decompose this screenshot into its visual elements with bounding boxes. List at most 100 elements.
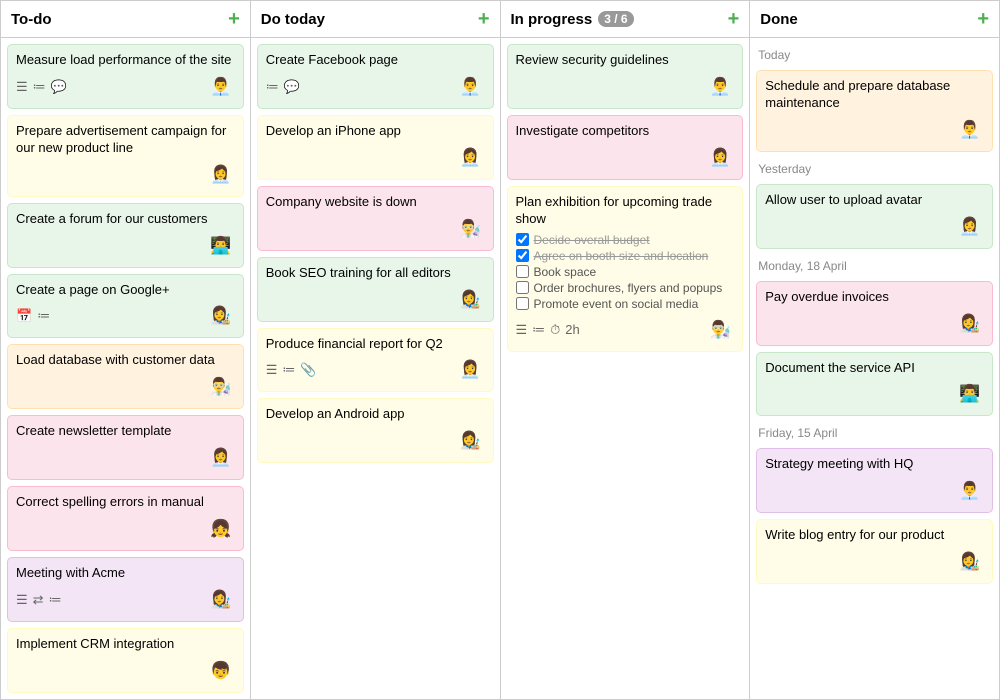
card[interactable]: Create a page on Google+📅≔👩‍🎨	[7, 274, 244, 339]
card-footer: 👩‍🎨	[266, 427, 485, 455]
card[interactable]: Measure load performance of the site☰≔💬👨…	[7, 44, 244, 109]
card-icon: 💬	[51, 79, 67, 95]
card-icon: 💬	[284, 79, 300, 95]
avatar: 👨‍💼	[457, 73, 485, 101]
card-title: Allow user to upload avatar	[765, 192, 984, 209]
checklist-checkbox[interactable]	[516, 297, 529, 310]
done-date-label: Yesterday	[756, 158, 993, 178]
avatar: 👨‍🔬	[706, 316, 734, 344]
card-title: Create Facebook page	[266, 52, 485, 69]
avatar: 👨‍💼	[706, 73, 734, 101]
card[interactable]: Book SEO training for all editors👩‍🎨	[257, 257, 494, 322]
card[interactable]: Investigate competitors 👩‍💼	[507, 115, 744, 180]
checklist-item[interactable]: Agree on booth size and location	[516, 248, 735, 264]
card-icon: ≔	[33, 79, 46, 95]
card-icon: 📎	[300, 362, 316, 378]
card-icon: 2h	[565, 322, 579, 337]
card[interactable]: Company website is down👨‍🔬	[257, 186, 494, 251]
card[interactable]: Document the service API👨‍💻	[756, 352, 993, 417]
avatar: 👩‍🎨	[457, 286, 485, 314]
avatar: 👨‍💼	[207, 73, 235, 101]
card-title: Create a forum for our customers	[16, 211, 235, 228]
card[interactable]: Prepare advertisement campaign for our n…	[7, 115, 244, 197]
checklist-checkbox[interactable]	[516, 249, 529, 262]
card-footer: ☰⇄≔👩‍🎨	[16, 586, 235, 614]
checklist-text: Book space	[534, 265, 597, 279]
checklist-item[interactable]: Book space	[516, 264, 735, 280]
progress-badge: 3 / 6	[598, 11, 633, 27]
card-title: Develop an iPhone app	[266, 123, 485, 140]
card[interactable]: Strategy meeting with HQ👨‍💼	[756, 448, 993, 513]
column-header: To-do+	[1, 1, 250, 38]
avatar: 👩‍💼	[457, 144, 485, 172]
card[interactable]: Schedule and prepare database maintenanc…	[756, 70, 993, 152]
card[interactable]: Plan exhibition for upcoming trade show D…	[507, 186, 744, 352]
card-title: Write blog entry for our product	[765, 527, 984, 544]
avatar: 👩‍🎨	[207, 586, 235, 614]
checklist-text: Agree on booth size and location	[534, 249, 709, 263]
card-icon: ☰	[16, 592, 28, 608]
column-body: TodaySchedule and prepare database maint…	[750, 38, 999, 699]
card[interactable]: Develop an iPhone app 👩‍💼	[257, 115, 494, 180]
card[interactable]: Load database with customer data👨‍🔬	[7, 344, 244, 409]
kanban-board: To-do+Measure load performance of the si…	[0, 0, 1000, 700]
card[interactable]: Correct spelling errors in manual👧	[7, 486, 244, 551]
avatar: 👨‍🔬	[207, 373, 235, 401]
checklist-checkbox[interactable]	[516, 233, 529, 246]
checklist-item[interactable]: Promote event on social media	[516, 296, 735, 312]
card-icon: ☰	[266, 362, 278, 378]
checklist-checkbox[interactable]	[516, 265, 529, 278]
card[interactable]: Create newsletter template👩‍💼	[7, 415, 244, 480]
checklist-text: Promote event on social media	[534, 297, 699, 311]
add-card-button[interactable]: +	[728, 9, 740, 29]
card-footer: 👩‍🎨	[765, 548, 984, 576]
card-title: Develop an Android app	[266, 406, 485, 423]
checklist-text: Order brochures, flyers and popups	[534, 281, 723, 295]
card[interactable]: Meeting with Acme☰⇄≔👩‍🎨	[7, 557, 244, 622]
column-body: Create Facebook page≔💬👨‍💼Develop an iPho…	[251, 38, 500, 699]
avatar: 👨‍💼	[956, 116, 984, 144]
card-title: Review security guidelines	[516, 52, 735, 69]
column-header: In progress3 / 6+	[501, 1, 750, 38]
checklist-item[interactable]: Decide overall budget	[516, 232, 735, 248]
card-footer: 👨‍💼	[765, 116, 984, 144]
avatar: 👩‍🎨	[956, 310, 984, 338]
card[interactable]: Produce financial report for Q2☰≔📎👩‍💼	[257, 328, 494, 393]
card[interactable]: Review security guidelines 👨‍💼	[507, 44, 744, 109]
add-card-button[interactable]: +	[977, 9, 989, 29]
card-title: Investigate competitors	[516, 123, 735, 140]
card[interactable]: Create a forum for our customers👨‍💻	[7, 203, 244, 268]
add-card-button[interactable]: +	[478, 9, 490, 29]
card-footer: 👩‍💼	[16, 161, 235, 189]
avatar: 👩‍💼	[207, 161, 235, 189]
card-icon: 📅	[16, 308, 32, 324]
card-title: Plan exhibition for upcoming trade show	[516, 194, 735, 228]
checklist-item[interactable]: Order brochures, flyers and popups	[516, 280, 735, 296]
avatar: 👩‍🎨	[457, 427, 485, 455]
column-done: Done + TodaySchedule and prepare database …	[750, 1, 999, 699]
card-footer: 👨‍💼	[516, 73, 735, 101]
avatar: 👩‍💼	[706, 144, 734, 172]
done-date-label: Monday, 18 April	[756, 255, 993, 275]
card-footer: 👦	[16, 657, 235, 685]
column-title: Done	[760, 11, 798, 28]
card-footer: ☰≔📎👩‍💼	[266, 356, 485, 384]
card-footer: 👩‍💼	[266, 144, 485, 172]
add-card-button[interactable]: +	[228, 9, 240, 29]
card-footer: ☰≔⏱2h👨‍🔬	[516, 316, 735, 344]
column-title: Do today	[261, 11, 325, 28]
column-header: Done +	[750, 1, 999, 38]
card[interactable]: Allow user to upload avatar👩‍💼	[756, 184, 993, 249]
column-inprogress: In progress3 / 6+Review security guideli…	[501, 1, 751, 699]
card[interactable]: Write blog entry for our product 👩‍🎨	[756, 519, 993, 584]
checklist-checkbox[interactable]	[516, 281, 529, 294]
done-date-label: Friday, 15 April	[756, 422, 993, 442]
card-title: Prepare advertisement campaign for our n…	[16, 123, 235, 157]
card[interactable]: Create Facebook page≔💬👨‍💼	[257, 44, 494, 109]
avatar: 👨‍💻	[956, 380, 984, 408]
card[interactable]: Pay overdue invoices👩‍🎨	[756, 281, 993, 346]
card-icon: ⇄	[33, 592, 44, 608]
avatar: 👩‍💼	[457, 356, 485, 384]
card[interactable]: Develop an Android app 👩‍🎨	[257, 398, 494, 463]
card[interactable]: Implement CRM integration👦	[7, 628, 244, 693]
